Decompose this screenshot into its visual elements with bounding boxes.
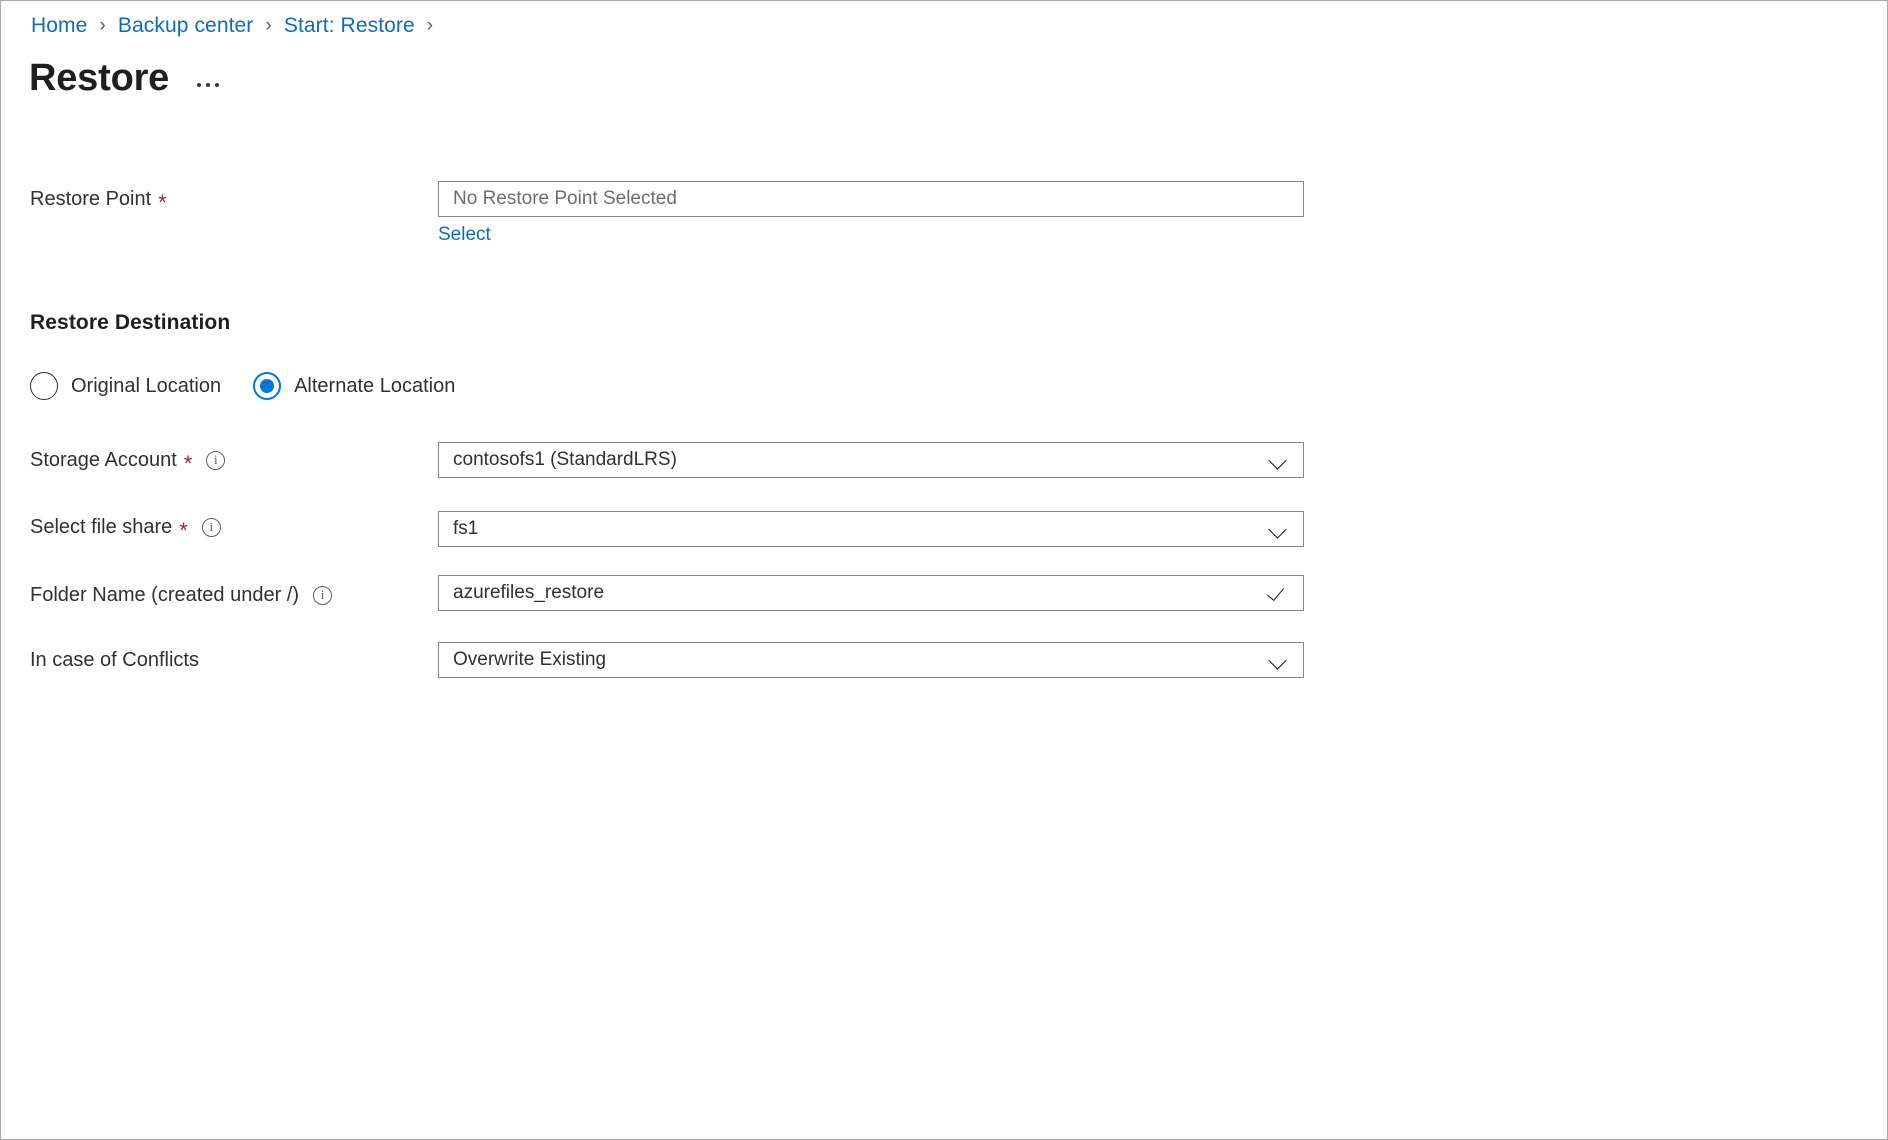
required-asterisk: * (158, 196, 167, 210)
restore-point-value: No Restore Point Selected (453, 182, 1291, 216)
folder-name-value: azurefiles_restore (453, 576, 1267, 610)
select-file-share-value: fs1 (453, 512, 1267, 546)
breadcrumb-separator-icon: › (265, 16, 271, 35)
chevron-down-icon[interactable] (1267, 449, 1289, 471)
restore-blade: Home › Backup center › Start: Restore › … (0, 0, 1888, 1140)
info-icon[interactable]: i (313, 586, 332, 605)
info-icon[interactable]: i (206, 451, 225, 470)
storage-account-dropdown[interactable]: contosofs1 (StandardLRS) (438, 442, 1304, 478)
breadcrumb-separator-icon: › (99, 16, 105, 35)
radio-checked-icon[interactable] (253, 372, 281, 400)
info-icon[interactable]: i (202, 518, 221, 537)
breadcrumb-item-home[interactable]: Home (31, 14, 87, 38)
checkmark-icon (1267, 582, 1289, 604)
required-asterisk: * (184, 457, 193, 471)
more-commands-icon[interactable] (197, 58, 219, 98)
dot (197, 83, 201, 87)
breadcrumb-item-start-restore[interactable]: Start: Restore (284, 14, 415, 38)
required-asterisk: * (179, 524, 188, 538)
conflicts-dropdown[interactable]: Overwrite Existing (438, 642, 1304, 678)
dot (206, 83, 210, 87)
conflicts-label: In case of Conflicts (30, 648, 199, 672)
storage-account-label-text: Storage Account (30, 448, 177, 472)
folder-name-label-text: Folder Name (created under /) (30, 583, 299, 607)
chevron-down-icon[interactable] (1267, 649, 1289, 671)
restore-point-label: Restore Point * (30, 187, 167, 211)
chevron-down-icon[interactable] (1267, 518, 1289, 540)
select-file-share-label: Select file share * i (30, 515, 221, 539)
radio-original-location-label: Original Location (71, 374, 221, 398)
info-glyph: i (214, 453, 218, 466)
restore-point-select-link[interactable]: Select (438, 224, 491, 246)
select-file-share-label-text: Select file share (30, 515, 172, 539)
page-title: Restore (29, 55, 169, 101)
info-glyph: i (321, 588, 325, 601)
breadcrumb: Home › Backup center › Start: Restore › (31, 11, 445, 41)
storage-account-value: contosofs1 (StandardLRS) (453, 443, 1267, 477)
restore-point-label-text: Restore Point (30, 187, 151, 211)
select-file-share-dropdown[interactable]: fs1 (438, 511, 1304, 547)
restore-point-input[interactable]: No Restore Point Selected (438, 181, 1304, 217)
page-header: Restore (29, 53, 219, 103)
folder-name-label: Folder Name (created under /) i (30, 583, 332, 607)
radio-unchecked-icon[interactable] (30, 372, 58, 400)
restore-destination-radio-group: Original Location Alternate Location (30, 372, 455, 400)
breadcrumb-item-backup-center[interactable]: Backup center (118, 14, 254, 38)
radio-original-location[interactable]: Original Location (30, 372, 221, 400)
conflicts-label-text: In case of Conflicts (30, 648, 199, 672)
breadcrumb-separator-icon: › (427, 16, 433, 35)
folder-name-input[interactable]: azurefiles_restore (438, 575, 1304, 611)
storage-account-label: Storage Account * i (30, 448, 225, 472)
radio-alternate-location-label: Alternate Location (294, 374, 455, 398)
dot (215, 83, 219, 87)
radio-alternate-location[interactable]: Alternate Location (253, 372, 455, 400)
conflicts-value: Overwrite Existing (453, 643, 1267, 677)
info-glyph: i (210, 520, 214, 533)
restore-destination-heading: Restore Destination (30, 311, 230, 335)
